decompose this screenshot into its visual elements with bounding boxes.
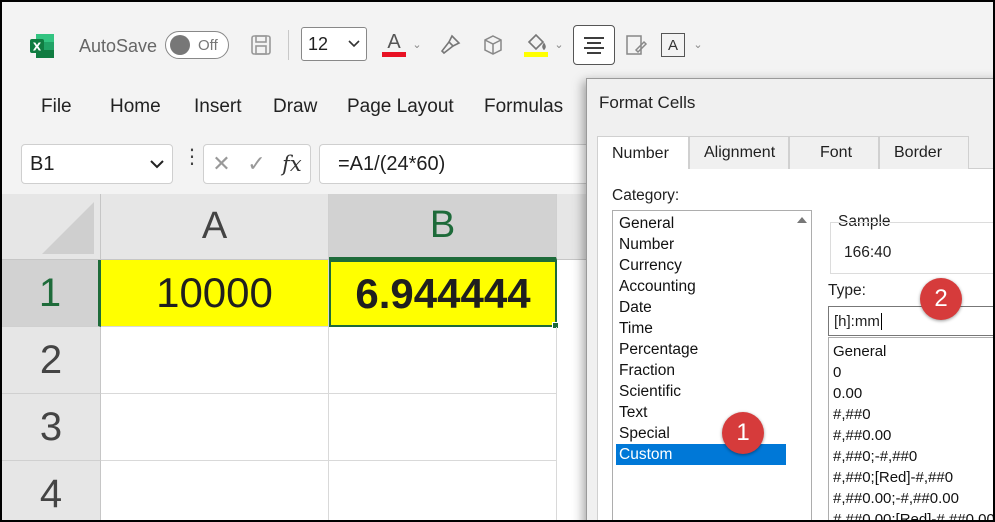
text-cursor — [880, 312, 882, 330]
save-icon[interactable] — [247, 31, 275, 59]
autosave-state: Off — [198, 36, 218, 54]
type-item[interactable]: #,##0;-#,##0 — [833, 446, 917, 467]
chevron-down-icon[interactable]: ⌄ — [411, 38, 423, 51]
category-fraction[interactable]: Fraction — [616, 360, 786, 381]
chevron-down-icon[interactable]: ⌄ — [553, 38, 565, 51]
row-header-4[interactable]: 4 — [2, 461, 101, 520]
format-painter-icon[interactable] — [436, 31, 464, 59]
row-header-2[interactable]: 2 — [2, 327, 101, 394]
category-currency[interactable]: Currency — [616, 255, 786, 276]
edit-icon[interactable] — [622, 31, 650, 59]
tab-font[interactable]: Font — [789, 136, 879, 169]
fx-icon[interactable]: fx — [282, 152, 302, 176]
category-accounting[interactable]: Accounting — [616, 276, 786, 297]
name-box-value: B1 — [30, 152, 55, 175]
enter-icon[interactable]: ✓ — [247, 151, 265, 177]
tab-alignment[interactable]: Alignment — [689, 136, 789, 169]
annotation-badge-1: 1 — [722, 412, 764, 454]
formula-controls: ✕ ✓ fx — [203, 144, 311, 184]
annotation-badge-2: 2 — [920, 278, 962, 320]
type-item[interactable]: 0 — [833, 362, 841, 383]
quick-access-toolbar: X AutoSave Off 12 A ⌄ ⌄ A ⌄ — [2, 2, 993, 84]
name-box[interactable]: B1 — [21, 144, 173, 184]
formula-text: =A1/(24*60) — [338, 152, 446, 175]
type-list: General 0 0.00 #,##0 #,##0.00 #,##0;-#,#… — [828, 337, 993, 520]
column-header-a[interactable]: A — [101, 194, 329, 260]
row-header-3[interactable]: 3 — [2, 394, 101, 461]
svg-text:X: X — [33, 41, 42, 54]
font-color-bar — [382, 51, 406, 57]
type-label: Type: — [828, 282, 866, 299]
chevron-down-icon — [150, 159, 164, 168]
sample-value: 166:40 — [844, 244, 892, 261]
type-item[interactable]: #,##0 — [833, 404, 871, 425]
tab-number[interactable]: Number — [597, 136, 689, 170]
menu-page-layout[interactable]: Page Layout — [347, 96, 454, 118]
align-center-icon[interactable] — [573, 25, 615, 65]
category-list: General Number Currency Accounting Date … — [612, 210, 812, 520]
excel-window: X AutoSave Off 12 A ⌄ ⌄ A ⌄ File Home In… — [0, 0, 995, 522]
type-item[interactable]: #,##0.00;[Red]-#,##0.00 — [833, 509, 993, 520]
menu-insert[interactable]: Insert — [194, 96, 242, 118]
cell-a3[interactable] — [101, 394, 329, 461]
toolbar-divider — [288, 30, 289, 60]
scrollbar-track[interactable] — [793, 211, 811, 520]
menu-draw[interactable]: Draw — [273, 96, 317, 118]
font-size-select[interactable]: 12 — [301, 27, 367, 61]
more-icon[interactable]: ⋮ — [182, 147, 202, 178]
category-date[interactable]: Date — [616, 297, 786, 318]
type-input[interactable]: [h]:mm — [828, 306, 993, 336]
ribbon-tabs: File Home Insert Draw Page Layout Formul… — [2, 84, 602, 132]
cell-a4[interactable] — [101, 461, 329, 520]
scroll-up-icon[interactable] — [793, 211, 811, 229]
cancel-icon[interactable]: ✕ — [212, 151, 230, 177]
menu-home[interactable]: Home — [110, 96, 161, 118]
category-general[interactable]: General — [616, 213, 786, 234]
font-size-value: 12 — [308, 33, 329, 54]
text-box-icon[interactable]: A — [661, 33, 685, 57]
autosave-label: AutoSave — [79, 35, 158, 56]
chevron-down-icon[interactable]: ⌄ — [692, 38, 704, 51]
toggle-knob — [170, 35, 190, 55]
autosave-toggle[interactable]: Off — [165, 31, 229, 59]
excel-icon: X — [28, 32, 56, 60]
row-header-1[interactable]: 1 — [2, 260, 101, 327]
fill-color-icon[interactable] — [522, 29, 550, 59]
menu-formulas[interactable]: Formulas — [484, 96, 563, 118]
category-label: Category: — [612, 187, 680, 204]
cell-a1[interactable]: 10000 — [101, 260, 329, 327]
category-percentage[interactable]: Percentage — [616, 339, 786, 360]
select-all-corner[interactable] — [2, 194, 101, 260]
tab-border[interactable]: Border — [879, 136, 969, 169]
type-input-value: [h]:mm — [834, 312, 880, 330]
column-header-b[interactable]: B — [329, 194, 557, 260]
type-item[interactable]: #,##0.00 — [833, 425, 891, 446]
cell-b2[interactable] — [329, 327, 557, 394]
cell-b1[interactable]: 6.944444 — [329, 260, 557, 327]
cell-a2[interactable] — [101, 327, 329, 394]
type-item[interactable]: 0.00 — [833, 383, 862, 404]
type-item[interactable]: #,##0.00;-#,##0.00 — [833, 488, 959, 509]
category-custom[interactable]: Custom — [616, 444, 786, 465]
category-time[interactable]: Time — [616, 318, 786, 339]
cube-icon[interactable] — [479, 31, 507, 59]
formula-input[interactable]: =A1/(24*60) — [319, 144, 599, 184]
font-color-icon[interactable]: A — [380, 29, 408, 59]
chevron-down-icon — [348, 40, 360, 48]
fill-color-bar — [524, 51, 548, 57]
category-number[interactable]: Number — [616, 234, 786, 255]
type-item[interactable]: #,##0;[Red]-#,##0 — [833, 467, 953, 488]
format-cells-dialog: Format Cells Number Alignment Font Borde… — [586, 78, 993, 520]
cell-b3[interactable] — [329, 394, 557, 461]
category-scientific[interactable]: Scientific — [616, 381, 786, 402]
cell-b4[interactable] — [329, 461, 557, 520]
category-text[interactable]: Text — [616, 402, 786, 423]
type-item[interactable]: General — [833, 341, 886, 362]
menu-file[interactable]: File — [41, 96, 72, 118]
dialog-title: Format Cells — [599, 93, 696, 112]
